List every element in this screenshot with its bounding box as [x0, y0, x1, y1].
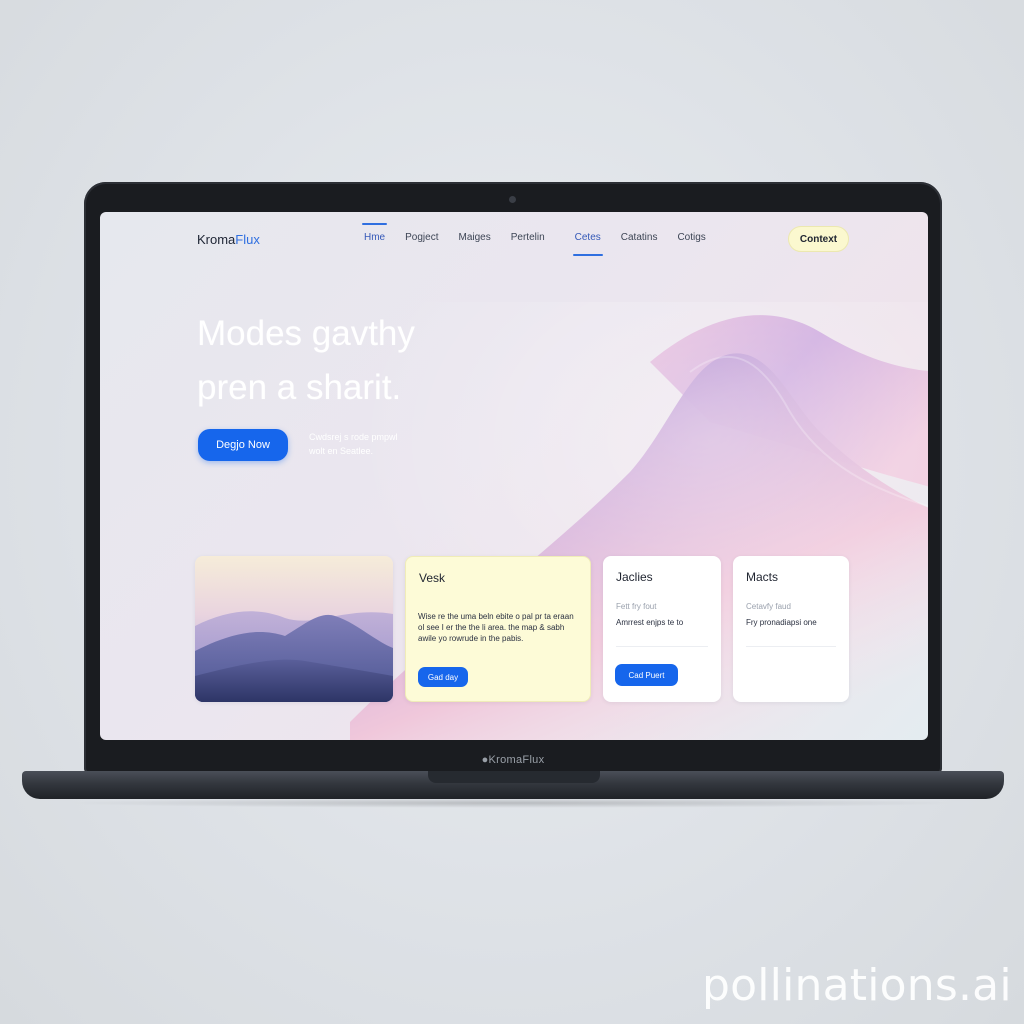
card-description: Wise re the uma beln ebite o pal pr ta e… [418, 612, 574, 643]
laptop-lid: KromaFlux Hme Pogject Maiges Pertelin Ce… [84, 182, 942, 774]
card-meta: Cetavfy faud [746, 602, 791, 611]
image-card[interactable] [195, 556, 393, 702]
nav-item-portfolio[interactable]: Pertelin [505, 232, 551, 243]
hero-title: Modes gavthy pren a sharit. [197, 307, 527, 415]
hero-subtitle: Cwdsrej s rode pmpwl wolt en Seatlee. [309, 430, 449, 458]
card-title: Jaclies [616, 570, 653, 584]
mountain-image [195, 611, 393, 702]
hero-title-line1: Modes gavthy [197, 314, 415, 353]
hero-title-line2: pren a sharit. [197, 368, 402, 407]
card-button[interactable]: Cad Puert [615, 664, 678, 686]
card-divider [746, 646, 836, 647]
nav-item-label: Cetes [574, 232, 601, 243]
website-screen: KromaFlux Hme Pogject Maiges Pertelin Ce… [100, 212, 928, 740]
nav-item-home[interactable]: Hme [358, 223, 391, 243]
nav-item-label: Cotigs [677, 232, 706, 243]
watermark-text: pollinations.ai [702, 960, 1012, 1011]
card-macts[interactable]: Macts Cetavfy faud Fry pronadiapsi one [733, 556, 849, 702]
bezel-brand-label: ●KromaFlux [481, 754, 545, 766]
nav-item-images[interactable]: Maiges [452, 232, 496, 243]
card-vesk[interactable]: Vesk Wise re the uma beln ebite o pal pr… [405, 556, 591, 702]
card-text: Fry pronadiapsi one [746, 618, 817, 627]
card-button[interactable]: Gad day [418, 667, 468, 687]
feature-cards: Vesk Wise re the uma beln ebite o pal pr… [195, 556, 849, 702]
laptop-notch [428, 771, 600, 783]
scene: KromaFlux Hme Pogject Maiges Pertelin Ce… [0, 0, 1024, 1024]
nav-item-label: Catatins [620, 232, 658, 243]
nav-item-label: Hme [364, 232, 386, 243]
contact-button[interactable]: Context [788, 226, 849, 252]
card-title: Macts [746, 570, 779, 584]
hero-subtitle-line2: wolt en Seatlee. [309, 446, 374, 456]
nav-active-indicator [572, 254, 603, 256]
nav-item-project[interactable]: Pogject [399, 232, 444, 243]
card-meta: Fett fry fout [616, 602, 657, 611]
card-divider [616, 646, 708, 647]
card-jaclies[interactable]: Jaclies Fett fry fout Amrrest enjps te t… [603, 556, 721, 702]
camera-icon [509, 196, 516, 203]
laptop-shadow [60, 798, 964, 808]
hero-cta-button[interactable]: Degjo Now [198, 429, 288, 461]
nav-item-label: Maiges [458, 232, 491, 243]
card-title: Vesk [419, 571, 446, 585]
nav-item-label: Pertelin [510, 232, 545, 243]
hero-subtitle-line1: Cwdsrej s rode pmpwl [309, 432, 398, 442]
logo-accent: Flux [235, 232, 260, 247]
main-nav: Hme Pogject Maiges Pertelin Cetes Catati… [358, 223, 720, 256]
nav-active-indicator [362, 223, 388, 225]
site-logo[interactable]: KromaFlux [197, 232, 260, 247]
nav-item-label: Pogject [405, 232, 439, 243]
nav-item-catalogs[interactable]: Catatins [615, 232, 664, 243]
logo-main: Kroma [197, 232, 236, 247]
nav-item-configs[interactable]: Cotigs [671, 232, 711, 243]
nav-item-cetes[interactable]: Cetes [569, 232, 607, 256]
laptop-base [22, 771, 1004, 799]
card-text: Amrrest enjps te to [616, 618, 684, 627]
